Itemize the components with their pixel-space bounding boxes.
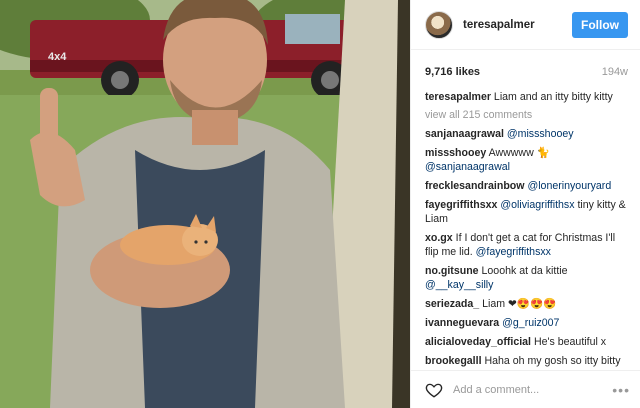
comments-list: teresapalmer Liam and an itty bitty kitt… bbox=[411, 82, 640, 370]
more-options-icon[interactable]: ••• bbox=[612, 382, 630, 398]
caption-text: Liam and an itty bitty kitty bbox=[493, 91, 613, 103]
post-header: teresapalmer Follow bbox=[411, 0, 640, 50]
comment-username[interactable]: fayegriffithsxx bbox=[425, 199, 497, 211]
post-age[interactable]: 194w bbox=[602, 66, 628, 78]
comment-text: If I don't get a cat for Christmas I'll … bbox=[425, 232, 616, 258]
comment-username[interactable]: seriezada_ bbox=[425, 298, 479, 310]
comment-username[interactable]: sanjanaagrawal bbox=[425, 128, 504, 140]
comment-row: xo.gx If I don't get a cat for Christmas… bbox=[425, 231, 628, 259]
heart-outline-icon[interactable] bbox=[425, 381, 443, 399]
comment-text: @missshooey bbox=[507, 128, 574, 140]
post-stats: 9,716 likes 194w bbox=[411, 50, 640, 82]
instagram-post: 4x4 teresapalmer Follow 9,716 likes 194w… bbox=[0, 0, 640, 408]
comment-row: no.gitsune Looohk at da kittie @__kay__s… bbox=[425, 264, 628, 292]
mention-link[interactable]: @sanjanaagrawal bbox=[425, 161, 510, 173]
mention-link[interactable]: @fayegriffithsxx bbox=[476, 246, 551, 258]
avatar[interactable] bbox=[425, 10, 453, 39]
comment-username[interactable]: alicialoveday_official bbox=[425, 336, 531, 348]
follow-button[interactable]: Follow bbox=[572, 11, 628, 38]
comment-row: alicialoveday_official He's beautiful x bbox=[425, 335, 628, 349]
comment-row: missshooey Awwwww 🐈@sanjanaagrawal bbox=[425, 146, 628, 174]
comment-text: @lonerinyouryard bbox=[527, 180, 611, 192]
comment-text: @g_ruiz007 bbox=[502, 317, 559, 329]
likes-count[interactable]: 9,716 likes bbox=[425, 66, 480, 78]
add-comment-input[interactable]: Add a comment... bbox=[453, 384, 612, 396]
comment-row: frecklesandrainbow @lonerinyouryard bbox=[425, 179, 628, 193]
username-link[interactable]: teresapalmer bbox=[463, 19, 572, 31]
comment-row: brookegalll Haha oh my gosh so itty bitt… bbox=[425, 354, 628, 368]
truck-badge: 4x4 bbox=[48, 51, 67, 63]
mention-link[interactable]: @missshooey bbox=[507, 128, 574, 140]
caption: teresapalmer Liam and an itty bitty kitt… bbox=[425, 90, 628, 104]
comment-row: fayegriffithsxx @oliviagriffithsx tiny k… bbox=[425, 198, 628, 226]
photo-illustration: 4x4 bbox=[0, 0, 410, 408]
comment-username[interactable]: missshooey bbox=[425, 147, 486, 159]
comment-username[interactable]: ivanneguevara bbox=[425, 317, 499, 329]
comment-username[interactable]: brookegalll bbox=[425, 355, 482, 367]
mention-link[interactable]: @lonerinyouryard bbox=[527, 180, 611, 192]
post-sidebar: teresapalmer Follow 9,716 likes 194w ter… bbox=[410, 0, 640, 408]
comment-username[interactable]: no.gitsune bbox=[425, 265, 479, 277]
view-all-comments-link[interactable]: view all 215 comments bbox=[425, 109, 628, 121]
post-footer: Add a comment... ••• bbox=[411, 370, 640, 408]
comment-text: Liam ❤😍😍😍 bbox=[482, 298, 557, 310]
caption-username[interactable]: teresapalmer bbox=[425, 91, 491, 103]
mention-link[interactable]: @g_ruiz007 bbox=[502, 317, 559, 329]
comment-row: sanjanaagrawal @missshooey bbox=[425, 127, 628, 141]
comment-row: ivanneguevara @g_ruiz007 bbox=[425, 316, 628, 330]
comment-text: He's beautiful x bbox=[533, 336, 607, 348]
comment-username[interactable]: xo.gx bbox=[425, 232, 453, 244]
comment-row: seriezada_ Liam ❤😍😍😍 bbox=[425, 297, 628, 311]
comment-text: Haha oh my gosh so itty bitty bbox=[484, 355, 621, 367]
mention-link[interactable]: @__kay__silly bbox=[425, 279, 493, 291]
post-photo[interactable]: 4x4 bbox=[0, 0, 410, 408]
comment-username[interactable]: frecklesandrainbow bbox=[425, 180, 525, 192]
mention-link[interactable]: @oliviagriffithsx bbox=[500, 199, 574, 211]
